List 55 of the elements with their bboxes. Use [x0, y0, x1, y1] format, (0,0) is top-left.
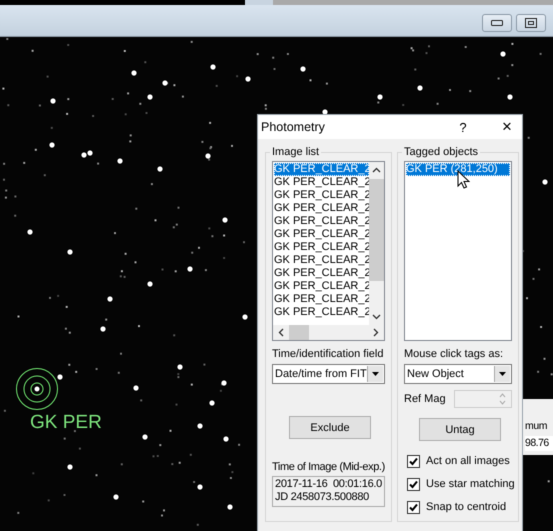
list-item[interactable]: GK PER_CLEAR_2 [274, 215, 369, 228]
field-label: Time of Image (Mid-exp.) [272, 461, 385, 474]
scrollbar-thumb[interactable] [289, 325, 309, 340]
chevron-up-icon [372, 167, 381, 173]
dialog-title: Photometry [261, 120, 326, 134]
list-item[interactable]: GK PER_CLEAR_2 [274, 254, 369, 267]
dropdown-arrow-icon [499, 372, 506, 376]
minimize-icon [491, 20, 503, 26]
checkmark-icon [408, 479, 419, 490]
list-item[interactable]: GK PER_CLEAR_2 [274, 280, 369, 293]
list-item[interactable]: GK PER_CLEAR_2 [274, 293, 369, 306]
list-item[interactable]: GK PER_CLEAR_2 [274, 306, 369, 319]
untag-button[interactable]: Untag [419, 418, 501, 441]
target-rings-icon [15, 367, 59, 411]
checkbox-option[interactable]: Snap to centroid [407, 501, 512, 514]
list-item[interactable]: GK PER_CLEAR_2 [274, 163, 369, 176]
list-item[interactable]: GK PER_CLEAR_2 [274, 228, 369, 241]
restore-button[interactable] [516, 14, 546, 32]
vertical-scrollbar[interactable] [369, 162, 384, 325]
list-box[interactable]: GK PER_CLEAR_2 GK PER_CLEAR_2 GK PER_CLEAR_2 GK PER_CLEAR_2 GK PER_CLEAR_2 GK PER_CLEAR_2 GK PER_CLEAR_2 GK PER_CLEAR_2 GK PER_CLEAR_2 GK PER_CLEAR_2 GK PER_CLEAR_2 GK PER_CLEAR_2 [272, 161, 385, 341]
list-item[interactable]: GK PER_CLEAR_2 [274, 267, 369, 280]
chevron-right-icon [373, 328, 379, 337]
chevron-down-icon [372, 314, 381, 320]
checkbox-option[interactable]: Use star matching [407, 478, 512, 491]
target-label: GK PER [30, 412, 102, 434]
field-label: Time/identification field [272, 348, 384, 361]
scrollbar-thumb[interactable] [369, 179, 384, 281]
dropdown[interactable]: Date/time from FIT [272, 364, 385, 384]
help-button[interactable]: ? [453, 120, 473, 134]
group-label: Image list [271, 145, 320, 159]
minimize-button[interactable] [482, 14, 512, 32]
dropdown[interactable]: New Object [404, 364, 512, 384]
list-box[interactable]: GK PER (281,250) [404, 161, 512, 341]
dropdown-arrow-icon [372, 372, 379, 376]
chevron-left-icon [278, 328, 284, 337]
close-button[interactable]: × [497, 117, 517, 137]
exclude-button[interactable]: Exclude [289, 416, 371, 439]
value-field: 98.76 [525, 436, 553, 451]
list-item[interactable]: GK PER_CLEAR_2 [274, 202, 369, 215]
column-heading: mum [525, 419, 548, 433]
list-item[interactable]: GK PER (281,250) [406, 163, 510, 176]
horizontal-scrollbar[interactable] [273, 325, 384, 340]
time-value: JD 2458073.500880 [275, 491, 370, 504]
restore-icon [525, 18, 537, 28]
field-label: Mouse click tags as: [404, 348, 504, 361]
time-value: 2017-11-16 00:01:16.0 [275, 478, 383, 491]
checkmark-icon [408, 456, 419, 467]
checkbox-option[interactable]: Act on all images [407, 455, 512, 468]
tab[interactable] [245, 0, 273, 5]
list-item[interactable]: GK PER_CLEAR_2 [274, 176, 369, 189]
list-item[interactable]: GK PER_CLEAR_2 [274, 241, 369, 254]
group-label: Tagged objects [403, 145, 479, 159]
list-item[interactable]: GK PER_CLEAR_2 [274, 189, 369, 202]
checkmark-icon [408, 502, 419, 513]
field-label: Ref Mag [404, 393, 446, 405]
